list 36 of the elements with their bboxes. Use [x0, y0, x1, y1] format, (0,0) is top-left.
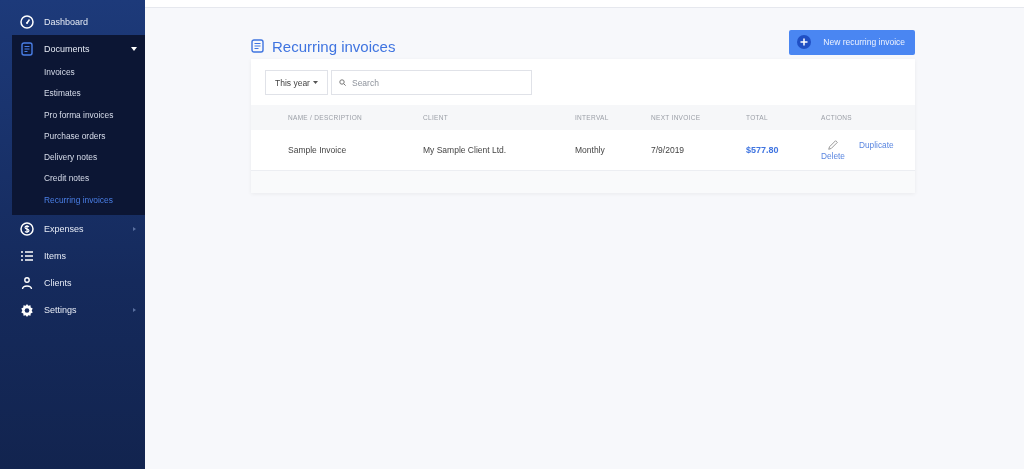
table-cell: Monthly	[574, 130, 650, 171]
pencil-icon[interactable]	[827, 139, 839, 151]
sidebar-item[interactable]: Clients	[0, 269, 145, 297]
list-icon	[20, 248, 34, 263]
plus-icon	[797, 35, 812, 49]
sidebar-item[interactable]: Items	[0, 242, 145, 270]
chevron-right-icon	[131, 306, 137, 313]
page-title: Recurring invoices	[272, 37, 396, 55]
sidebar-item[interactable]: Expenses	[0, 215, 145, 243]
search-field[interactable]: Search	[330, 70, 532, 95]
table-cell: My Sample Client Ltd.	[422, 130, 574, 171]
action-link[interactable]: Delete	[821, 151, 845, 161]
person-icon	[20, 275, 34, 290]
table-cell: 7/9/2019	[650, 130, 745, 171]
caret-down-icon	[312, 81, 318, 84]
gauge-icon	[20, 14, 34, 29]
submenu-item[interactable]: Credit notes	[12, 168, 145, 190]
sidebar-item[interactable]: Settings	[0, 296, 145, 324]
table-cell: Sample Invoice	[251, 130, 422, 171]
dollar-icon	[20, 221, 34, 236]
sidebar-item[interactable]: Documents	[12, 35, 145, 62]
submenu-item[interactable]: Estimates	[12, 83, 145, 105]
submenu-item[interactable]: Recurring invoices	[12, 189, 145, 212]
sidebar-item[interactable]: Dashboard	[0, 8, 145, 35]
document-icon	[251, 39, 264, 53]
action-link[interactable]: Duplicate	[859, 140, 894, 150]
submenu-item[interactable]: Pro forma invoices	[12, 104, 145, 126]
settings-icon	[20, 302, 34, 317]
document-icon	[20, 41, 34, 56]
table-cell: $577.80	[745, 130, 820, 171]
submenu-item[interactable]: Purchase orders	[12, 125, 145, 148]
chevron-right-icon	[131, 225, 137, 232]
submenu-item[interactable]: Delivery notes	[12, 147, 145, 169]
submenu-item[interactable]: Invoices	[12, 62, 145, 84]
caret-down-icon	[131, 45, 137, 52]
period-dropdown[interactable]: This year	[265, 70, 328, 95]
